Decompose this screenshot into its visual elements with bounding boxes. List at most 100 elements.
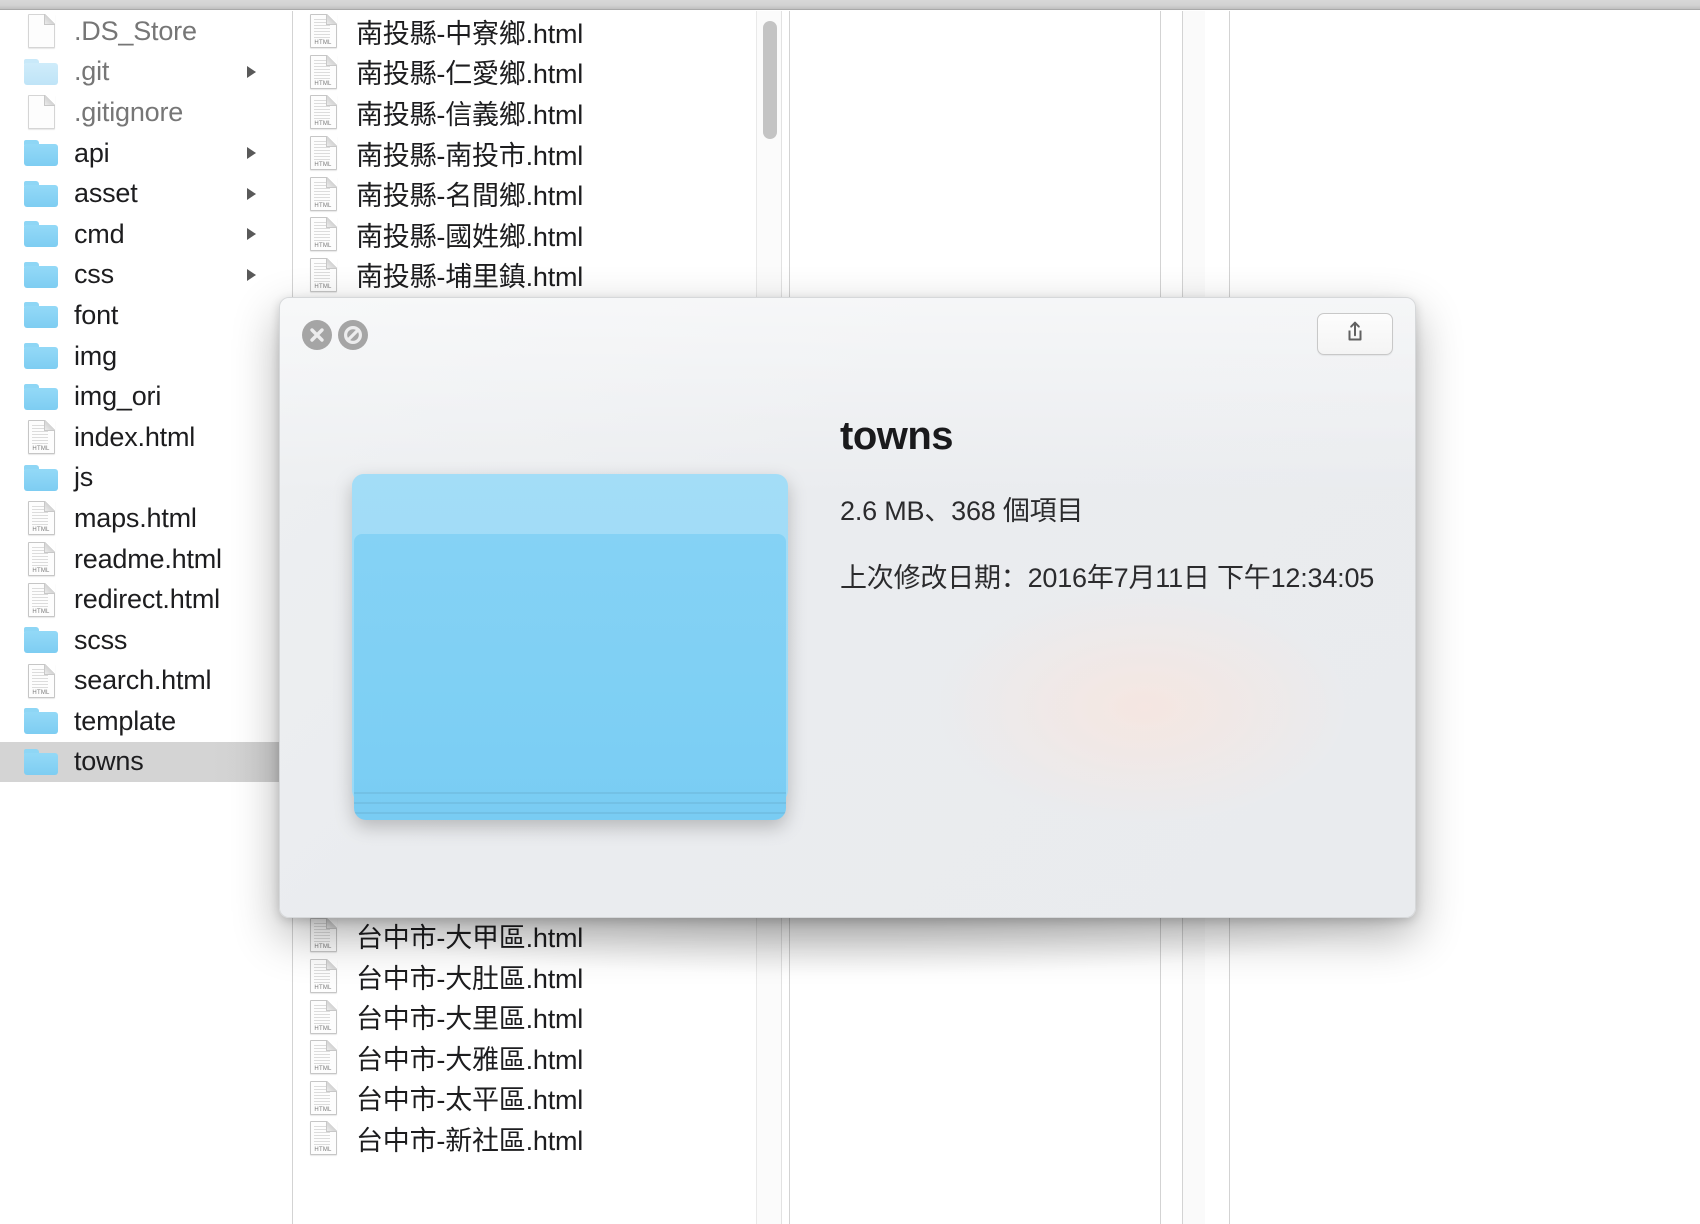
sidebar-item-label: .gitignore bbox=[74, 96, 184, 127]
folder-icon bbox=[22, 627, 60, 654]
sidebar-item-label: cmd bbox=[74, 218, 125, 249]
html-file-icon: HTML bbox=[304, 14, 342, 49]
folder-icon bbox=[22, 261, 60, 288]
file-list-item-label: 南投縣-中寮鄉.html bbox=[356, 18, 584, 49]
file-list-item-label: 台中市-大肚區.html bbox=[356, 963, 584, 994]
disclosure-arrow-icon[interactable] bbox=[247, 268, 256, 281]
file-list-item[interactable]: HTML 南投縣-國姓鄉.html bbox=[294, 214, 756, 255]
sidebar-item-label: readme.html bbox=[74, 543, 222, 574]
html-file-icon: HTML bbox=[22, 542, 60, 577]
file-list-item[interactable]: HTML 台中市-大雅區.html bbox=[294, 1037, 756, 1078]
sidebar-item-label: api bbox=[74, 137, 110, 168]
sidebar-item-label: index.html bbox=[74, 421, 196, 452]
file-list-item[interactable]: HTML 台中市-大甲區.html bbox=[294, 915, 756, 956]
sidebar-item-label: template bbox=[74, 705, 176, 736]
sidebar-item-git[interactable]: .git bbox=[0, 52, 292, 93]
file-list-item[interactable]: HTML 南投縣-埔里鎮.html bbox=[294, 255, 756, 296]
html-file-icon: HTML bbox=[304, 176, 342, 211]
html-file-icon: HTML bbox=[22, 501, 60, 536]
html-file-icon: HTML bbox=[22, 663, 60, 698]
sidebar-item-api[interactable]: api bbox=[0, 133, 292, 174]
html-file-icon: HTML bbox=[304, 257, 342, 292]
document-icon bbox=[22, 95, 60, 130]
html-file-icon: HTML bbox=[304, 217, 342, 252]
html-file-icon: HTML bbox=[304, 999, 342, 1034]
sidebar-item-label: js bbox=[74, 462, 94, 493]
folder-front-panel bbox=[354, 533, 786, 820]
quicklook-icon-area bbox=[280, 376, 840, 917]
file-list-item-label: 南投縣-名間鄉.html bbox=[356, 181, 584, 212]
sidebar-item-label: .DS_Store bbox=[74, 15, 197, 46]
window-titlebar bbox=[0, 0, 1700, 10]
disclosure-arrow-icon[interactable] bbox=[247, 147, 256, 160]
sidebar-item-img_ori[interactable]: img_ori bbox=[0, 376, 292, 417]
sidebar-item-font[interactable]: font bbox=[0, 295, 292, 336]
html-file-icon: HTML bbox=[22, 582, 60, 617]
column-directory-list[interactable]: .DS_Store .git .gitignore api asset cmd css fon… bbox=[0, 11, 292, 1224]
sidebar-item-label: .git bbox=[74, 56, 110, 87]
sidebar-item-redirect-html[interactable]: HTML redirect.html bbox=[0, 579, 292, 620]
sidebar-item-ds_store[interactable]: .DS_Store bbox=[0, 11, 292, 52]
file-list-item[interactable]: HTML 台中市-新社區.html bbox=[294, 1118, 756, 1159]
sidebar-item-scss[interactable]: scss bbox=[0, 620, 292, 661]
sidebar-item-label: img bbox=[74, 340, 117, 371]
sidebar-item-template[interactable]: template bbox=[0, 701, 292, 742]
scrollbar-thumb[interactable] bbox=[763, 21, 777, 139]
file-list-item-label: 南投縣-南投市.html bbox=[356, 140, 584, 171]
sidebar-item-js[interactable]: js bbox=[0, 458, 292, 499]
sidebar-item-img[interactable]: img bbox=[0, 336, 292, 377]
folder-icon bbox=[22, 383, 60, 410]
sidebar-item-gitignore[interactable]: .gitignore bbox=[0, 92, 292, 133]
file-list-item[interactable]: HTML 台中市-大里區.html bbox=[294, 996, 756, 1037]
file-list-item-label: 台中市-大甲區.html bbox=[356, 922, 584, 953]
file-list-item[interactable]: HTML 南投縣-中寮鄉.html bbox=[294, 11, 756, 52]
quicklook-toolbar bbox=[280, 298, 1415, 376]
file-list-item-label: 南投縣-信義鄉.html bbox=[356, 99, 584, 130]
disclosure-arrow-icon[interactable] bbox=[247, 228, 256, 241]
disclosure-arrow-icon[interactable] bbox=[247, 187, 256, 200]
html-file-icon: HTML bbox=[304, 1121, 342, 1156]
sidebar-item-label: asset bbox=[74, 178, 138, 209]
document-icon bbox=[22, 14, 60, 49]
sidebar-item-label: img_ori bbox=[74, 381, 162, 412]
close-icon[interactable] bbox=[302, 320, 332, 350]
html-file-icon: HTML bbox=[304, 959, 342, 994]
html-file-icon: HTML bbox=[304, 136, 342, 171]
file-list-item[interactable]: HTML 南投縣-信義鄉.html bbox=[294, 92, 756, 133]
file-list-item[interactable]: HTML 南投縣-名間鄉.html bbox=[294, 173, 756, 214]
sidebar-item-cmd[interactable]: cmd bbox=[0, 214, 292, 255]
sidebar-item-readme-html[interactable]: HTML readme.html bbox=[0, 539, 292, 580]
file-list-item[interactable]: HTML 台中市-太平區.html bbox=[294, 1078, 756, 1119]
share-button[interactable] bbox=[1317, 313, 1393, 355]
sidebar-item-label: search.html bbox=[74, 665, 212, 696]
disclosure-arrow-icon[interactable] bbox=[247, 65, 256, 78]
html-file-icon: HTML bbox=[304, 1040, 342, 1075]
sidebar-item-css[interactable]: css bbox=[0, 255, 292, 296]
file-list-item[interactable]: HTML 南投縣-仁愛鄉.html bbox=[294, 52, 756, 93]
file-list-item-label: 南投縣-埔里鎮.html bbox=[356, 262, 584, 293]
no-entry-icon[interactable] bbox=[338, 320, 368, 350]
folder-icon bbox=[22, 464, 60, 491]
file-list-item-label: 台中市-太平區.html bbox=[356, 1085, 584, 1116]
folder-icon-large bbox=[352, 473, 788, 820]
file-list-item[interactable]: HTML 南投縣-南投市.html bbox=[294, 133, 756, 174]
sidebar-item-index-html[interactable]: HTML index.html bbox=[0, 417, 292, 458]
file-list-item[interactable]: HTML 台中市-大肚區.html bbox=[294, 956, 756, 997]
quicklook-size-count: 2.6 MB、368 個項目 bbox=[840, 496, 1084, 526]
file-list-item-label: 南投縣-國姓鄉.html bbox=[356, 221, 584, 252]
quicklook-info-area: towns 2.6 MB、368 個項目 上次修改日期：2016年7月11日 下… bbox=[840, 376, 1415, 917]
sidebar-item-search-html[interactable]: HTML search.html bbox=[0, 661, 292, 702]
sidebar-item-label: towns bbox=[74, 746, 144, 777]
sidebar-item-towns[interactable]: towns bbox=[0, 741, 292, 783]
sidebar-item-asset[interactable]: asset bbox=[0, 173, 292, 214]
sidebar-item-label: css bbox=[74, 259, 114, 290]
sidebar-item-label: scss bbox=[74, 624, 128, 655]
quicklook-modified-date: 上次修改日期：2016年7月11日 下午12:34:05 bbox=[840, 563, 1375, 593]
sidebar-item-maps-html[interactable]: HTML maps.html bbox=[0, 498, 292, 539]
quicklook-preview-panel: towns 2.6 MB、368 個項目 上次修改日期：2016年7月11日 下… bbox=[279, 297, 1416, 918]
file-list-item-label: 台中市-大雅區.html bbox=[356, 1044, 584, 1075]
finder-window: .DS_Store .git .gitignore api asset cmd css fon… bbox=[0, 0, 1700, 1224]
html-file-icon: HTML bbox=[22, 420, 60, 455]
quicklook-body: towns 2.6 MB、368 個項目 上次修改日期：2016年7月11日 下… bbox=[280, 376, 1415, 917]
html-file-icon: HTML bbox=[304, 95, 342, 130]
